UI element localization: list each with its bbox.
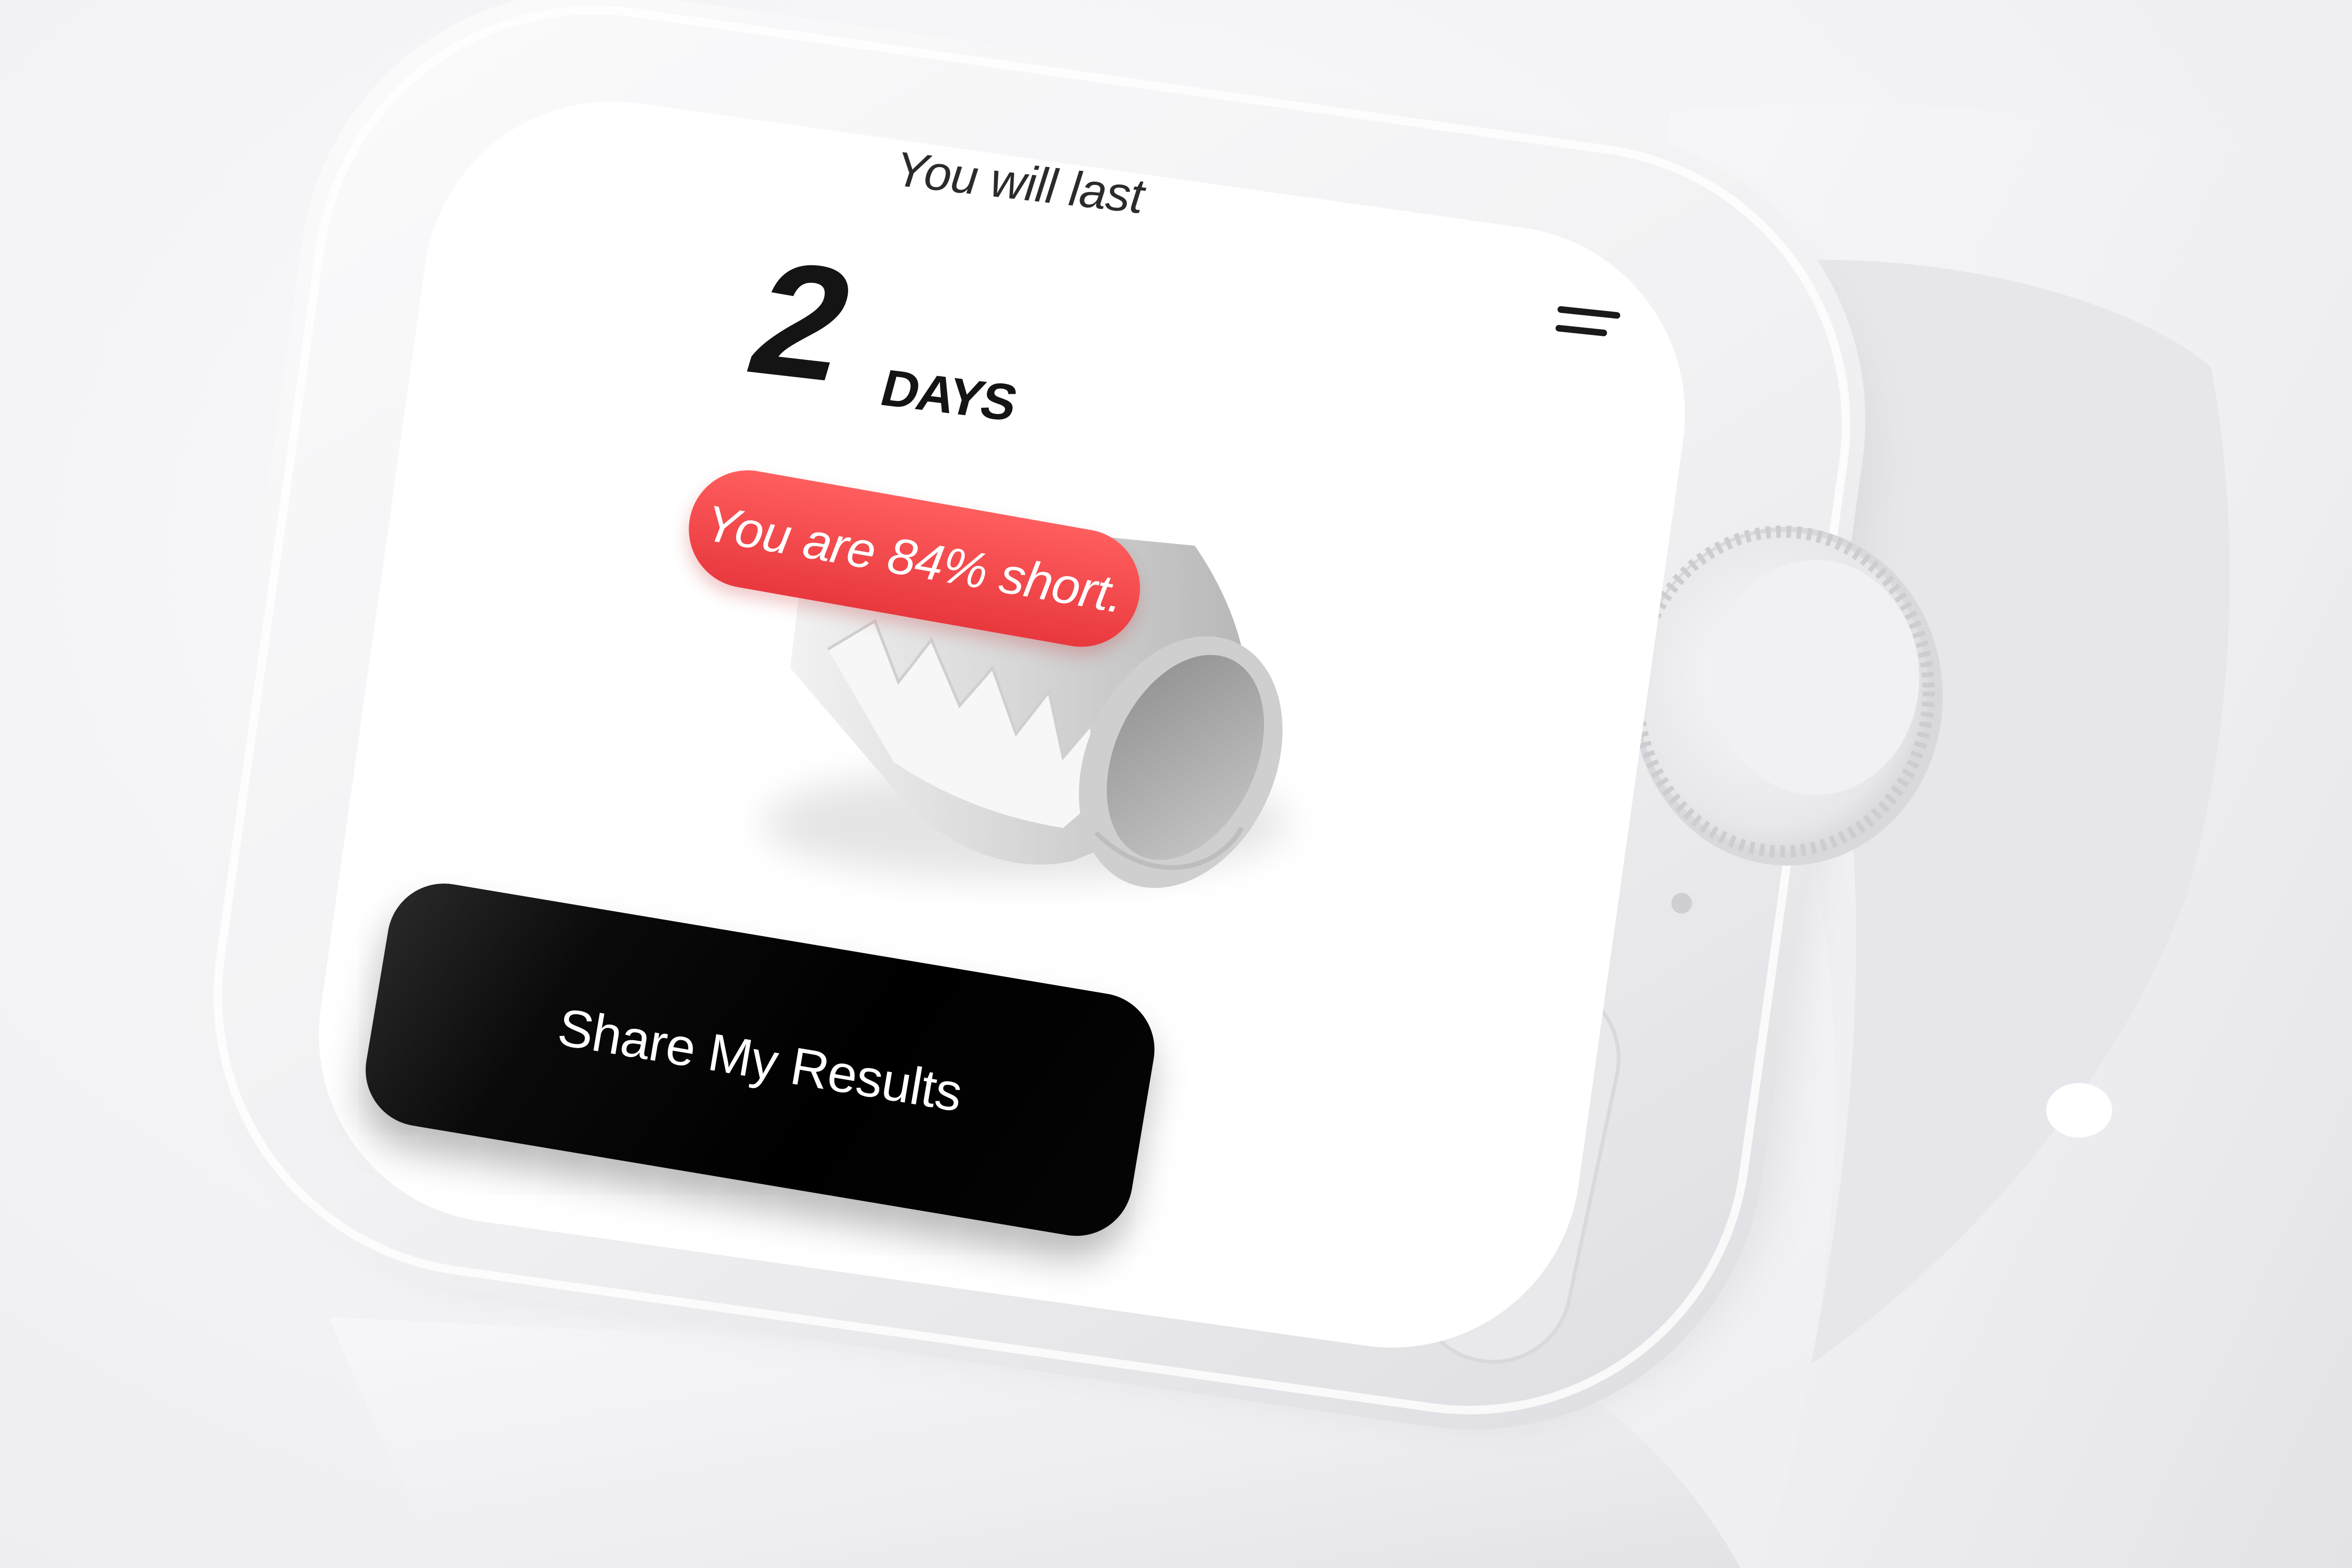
watch-device-illustration <box>198 0 2352 1568</box>
digital-crown <box>1631 525 1943 866</box>
menu-button[interactable] <box>1547 293 1628 357</box>
menu-icon <box>1555 306 1621 336</box>
watch-mockup-stage: You will last 2 DAYS You are 84% short. … <box>0 0 2352 1568</box>
